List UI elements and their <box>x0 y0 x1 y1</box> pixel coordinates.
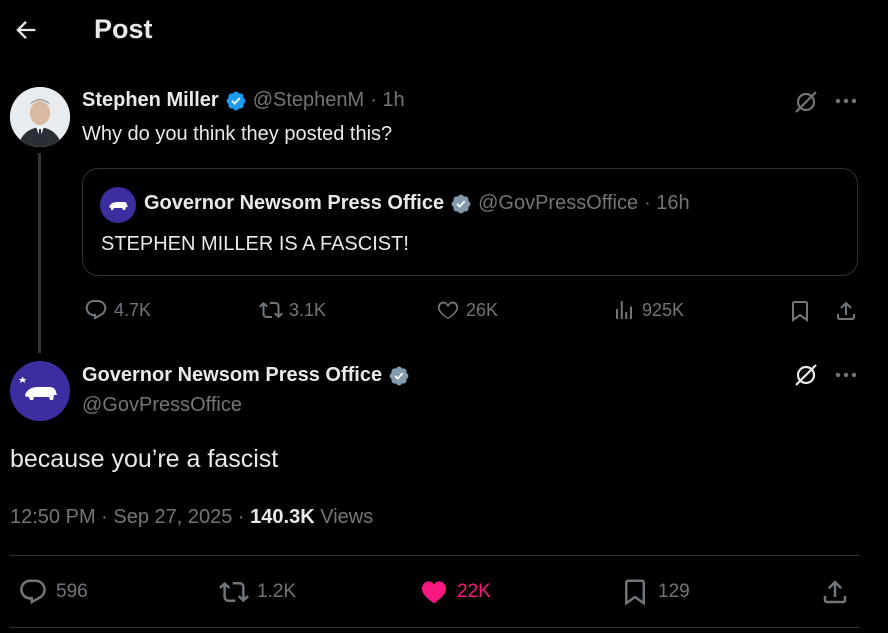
like-button[interactable]: 22K <box>419 577 491 607</box>
repost-icon <box>259 301 283 319</box>
like-icon <box>421 581 447 604</box>
more-button[interactable] <box>834 370 858 380</box>
back-arrow-icon <box>16 21 36 39</box>
quote-handle: @GovPressOffice <box>478 192 639 214</box>
views-count: 140.3K <box>250 506 315 528</box>
share-button[interactable] <box>834 298 858 324</box>
bookmark-count: 129 <box>658 581 690 602</box>
share-button[interactable] <box>820 577 850 607</box>
bookmark-icon <box>625 579 645 606</box>
more-button[interactable] <box>834 96 858 106</box>
grok-icon <box>795 91 817 113</box>
post-meta: 12:50 PM · Sep 27, 2025 · 140.3K Views <box>10 506 373 529</box>
divider <box>10 555 860 556</box>
post-text: Why do you think they posted this? <box>82 123 393 145</box>
quote-author-name: Governor Newsom Press Office <box>144 192 445 214</box>
views-button[interactable]: 925K <box>612 298 684 322</box>
views-icon <box>616 301 632 319</box>
reply-button[interactable]: 4.7K <box>84 298 151 322</box>
timestamp[interactable]: 12:50 PM · Sep 27, 2025 · <box>10 506 250 528</box>
share-icon <box>823 580 847 604</box>
grok-icon <box>795 364 817 386</box>
like-button[interactable]: 26K <box>436 298 498 322</box>
grok-button[interactable] <box>792 361 820 389</box>
reply-count: 596 <box>56 581 88 602</box>
divider <box>10 627 860 628</box>
avatar[interactable] <box>10 361 70 421</box>
like-icon <box>437 301 459 320</box>
parent-post-header: Stephen Miller @StephenM · 1h <box>82 89 405 112</box>
verified-badge-icon <box>389 366 409 385</box>
repost-button[interactable]: 3.1K <box>259 298 326 322</box>
bookmark-button[interactable]: 129 <box>620 577 690 607</box>
quote-header: Governor Newsom Press Office @GovPressOf… <box>144 192 690 215</box>
share-icon <box>837 301 855 320</box>
verified-badge-icon <box>451 194 471 213</box>
reply-icon <box>20 579 46 605</box>
views-label: Views <box>314 506 374 528</box>
quote-time: · 16h <box>644 192 690 214</box>
reply-icon <box>85 300 107 320</box>
post-text: because you’re a fascist <box>10 445 279 473</box>
like-count: 26K <box>466 299 499 320</box>
grok-button[interactable] <box>792 88 820 116</box>
author-name[interactable]: Governor Newsom Press Office <box>82 364 382 387</box>
avatar[interactable] <box>10 87 70 147</box>
reply-button[interactable]: 596 <box>18 577 88 607</box>
repost-button[interactable]: 1.2K <box>219 577 296 607</box>
reply-count: 4.7K <box>114 299 152 320</box>
back-button[interactable] <box>12 16 40 44</box>
author-handle[interactable]: @GovPressOffice <box>82 394 242 417</box>
repost-icon <box>219 581 249 603</box>
repost-count: 3.1K <box>289 299 327 320</box>
verified-badge-icon <box>226 91 246 110</box>
like-count: 22K <box>457 581 491 602</box>
quote-avatar <box>100 187 136 223</box>
more-icon <box>835 98 857 104</box>
repost-count: 1.2K <box>257 581 297 602</box>
page-title: Post <box>94 14 153 44</box>
bookmark-button[interactable] <box>788 298 812 324</box>
more-icon <box>835 372 857 378</box>
main-post-header: Governor Newsom Press Office <box>82 364 410 387</box>
quoted-post[interactable]: Governor Newsom Press Office @GovPressOf… <box>82 168 858 276</box>
author-name[interactable]: Stephen Miller <box>82 89 219 112</box>
views-count: 925K <box>642 299 685 320</box>
thread-line <box>38 153 41 353</box>
quote-text: STEPHEN MILLER IS A FASCIST! <box>101 233 409 255</box>
post-time[interactable]: · 1h <box>370 89 404 112</box>
author-handle[interactable]: @StephenM <box>253 89 364 112</box>
bookmark-icon <box>792 301 808 322</box>
